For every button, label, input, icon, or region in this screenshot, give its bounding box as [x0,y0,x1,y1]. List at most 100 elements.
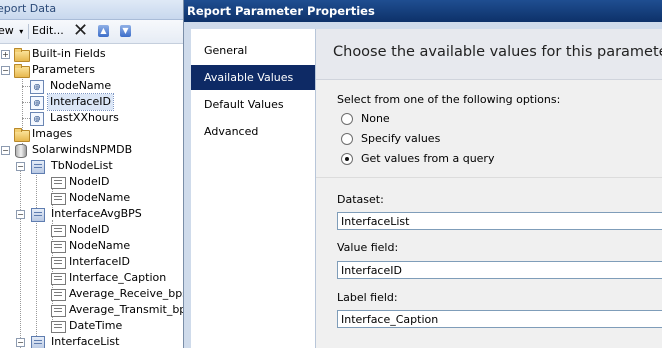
tree-item-parameter[interactable]: @ NodeName [0,78,183,94]
label-field-input[interactable]: Interface_Caption [337,310,662,328]
radio-button[interactable] [341,113,353,125]
dataset-label: Dataset: [337,193,384,206]
tree-guide [22,102,30,103]
field-icon [51,273,66,285]
field-icon [51,321,66,333]
label-field-label: Label field: [337,291,398,304]
collapse-icon[interactable]: − [16,338,25,347]
tree-label: NodeID [69,223,110,236]
tree-item-images[interactable]: Images [0,126,183,142]
field-icon [51,177,66,189]
dialog-nav: General Available Values Default Values … [191,29,316,348]
tree-label: SolarwindsNPMDB [32,143,133,156]
move-down-icon[interactable]: ▼ [120,25,131,37]
tree-item-field[interactable]: Average_Receive_bps [0,286,183,302]
dialog-title: Report Parameter Properties [184,0,662,22]
delete-icon[interactable]: ✕ [73,21,88,41]
collapse-icon[interactable]: − [16,162,25,171]
available-values-page: Choose the available values for this par… [316,29,662,348]
tree-label: InterfaceID [47,93,114,111]
tree-item-parameter[interactable]: @ LastXXhours [0,110,183,126]
tree-item-dataset[interactable]: − InterfaceList [0,334,183,348]
report-data-tree: + Built-in Fields − Parameters @ NodeNam… [0,44,183,348]
tree-item-dataset[interactable]: − InterfaceAvgBPS [0,206,183,222]
report-parameter-properties-dialog: Report Parameter Properties General Avai… [183,0,662,348]
folder-icon [14,48,30,62]
tree-label: NodeID [69,175,110,188]
toolbar-divider [28,24,29,39]
field-icon [51,241,66,253]
page-header: Choose the available values for this par… [316,29,662,80]
tree-item-field[interactable]: InterfaceID [0,254,183,270]
dataset-icon [31,336,45,348]
parameter-icon: @ [30,96,44,110]
tree-label: Average_Transmit_bps [69,303,183,316]
nav-advanced[interactable]: Advanced [191,119,315,144]
field-icon [51,305,66,317]
field-icon [51,225,66,237]
tree-item-field[interactable]: Average_Transmit_bps [0,302,183,318]
parameter-icon: @ [30,80,44,94]
nav-general[interactable]: General [191,38,315,63]
tree-label: Built-in Fields [32,47,106,60]
new-label: ew [0,24,14,37]
new-menu-button[interactable]: ew ▾ [0,23,23,39]
radio-label: Specify values [361,132,441,145]
tree-label: InterfaceAvgBPS [51,207,142,220]
report-data-panel: eport Data ew ▾ Edit... ✕ ▲ ▼ + Built-in… [0,0,183,348]
folder-icon [14,128,30,142]
options-label: Select from one of the following options… [337,93,561,106]
tree-label: Average_Receive_bps [69,287,183,300]
tree-item-field[interactable]: NodeName [0,190,183,206]
tree-item-field[interactable]: NodeName [0,238,183,254]
divider [316,177,662,178]
tree-item-field[interactable]: DateTime [0,318,183,334]
radio-button[interactable] [341,133,353,145]
tree-item-built-in-fields[interactable]: + Built-in Fields [0,46,183,62]
report-data-title: eport Data [0,0,183,20]
dataset-icon [31,160,45,174]
nav-available-values[interactable]: Available Values [191,65,315,90]
tree-item-field[interactable]: Interface_Caption [0,270,183,286]
radio-button-checked[interactable] [341,153,353,165]
folder-open-icon [14,64,30,78]
radio-label: None [361,112,390,125]
dataset-field[interactable]: InterfaceList [337,212,662,230]
tree-label: DateTime [69,319,123,332]
tree-label: InterfaceID [69,255,130,268]
collapse-icon[interactable]: − [16,210,25,219]
collapse-icon[interactable]: − [1,146,10,155]
nav-default-values[interactable]: Default Values [191,92,315,117]
tree-label: NodeName [50,79,112,92]
tree-item-data-source[interactable]: − SolarwindsNPMDB [0,142,183,158]
tree-label: InterfaceList [51,335,120,348]
move-up-icon[interactable]: ▲ [98,25,109,37]
dataset-icon [31,208,45,222]
expand-icon[interactable]: + [1,50,10,59]
tree-item-dataset[interactable]: − TbNodeList [0,158,183,174]
tree-label: TbNodeList [51,159,113,172]
value-field-label: Value field: [337,241,399,254]
field-icon [51,193,66,205]
tree-item-field[interactable]: NodeID [0,222,183,238]
tree-item-field[interactable]: NodeID [0,174,183,190]
dialog-body: General Available Values Default Values … [184,22,662,348]
tree-label: Images [32,127,73,140]
edit-button[interactable]: Edit... [32,23,64,39]
page-heading: Choose the available values for this par… [333,44,662,60]
parameter-icon: @ [30,112,44,126]
field-icon [51,257,66,269]
tree-label: Parameters [32,63,95,76]
tree-label: Interface_Caption [69,271,167,284]
tree-item-parameters[interactable]: − Parameters [0,62,183,78]
tree-item-parameter-selected[interactable]: @ InterfaceID [0,93,183,111]
tree-guide [22,86,30,87]
chevron-down-icon: ▾ [19,27,24,36]
tree-label: NodeName [69,191,131,204]
value-field-input[interactable]: InterfaceID [337,261,662,279]
report-data-toolbar: ew ▾ Edit... ✕ ▲ ▼ [0,20,183,44]
tree-label: LastXXhours [50,111,119,124]
field-icon [51,289,66,301]
tree-guide [22,118,30,119]
collapse-icon[interactable]: − [1,66,10,75]
